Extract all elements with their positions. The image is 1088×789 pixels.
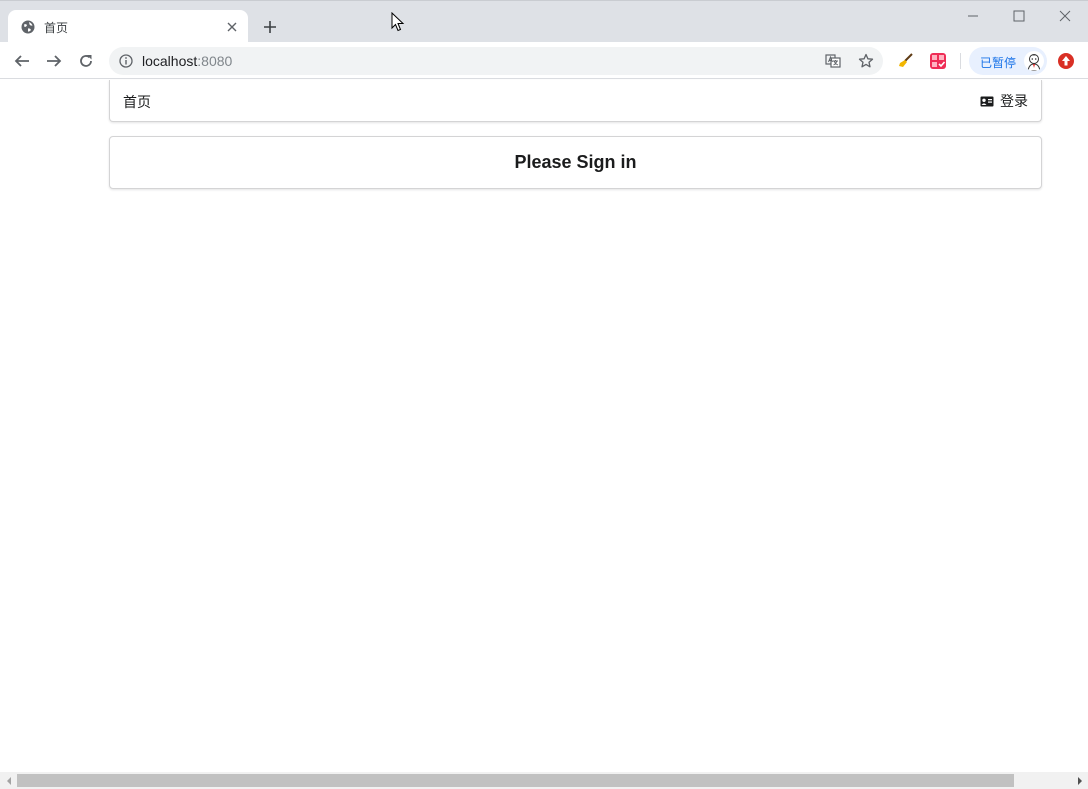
home-link[interactable]: 首页 bbox=[123, 92, 151, 112]
minimize-button[interactable] bbox=[951, 4, 995, 28]
site-info-icon[interactable] bbox=[119, 54, 133, 68]
avatar bbox=[1024, 51, 1044, 71]
signin-heading: Please Sign in bbox=[514, 152, 637, 172]
scrollbar-thumb[interactable] bbox=[17, 774, 1014, 787]
todo-extension-icon[interactable] bbox=[929, 52, 947, 70]
id-card-icon bbox=[980, 96, 994, 107]
translate-icon[interactable] bbox=[825, 53, 841, 69]
profile-paused-label: 已暂停 bbox=[980, 56, 1017, 70]
browser-toolbar: localhost:8080 已暂停 bbox=[0, 42, 1088, 79]
address-bar[interactable]: localhost:8080 bbox=[109, 47, 883, 75]
mouse-pointer-icon bbox=[391, 11, 405, 32]
scroll-left-arrow-icon[interactable] bbox=[4, 776, 13, 785]
top-menu: 首页 登录 bbox=[109, 80, 1042, 122]
new-tab-button[interactable] bbox=[259, 16, 281, 38]
browser-tab[interactable]: 首页 bbox=[8, 10, 248, 44]
broom-extension-icon[interactable] bbox=[897, 52, 915, 70]
login-label: 登录 bbox=[1000, 94, 1028, 110]
scroll-right-arrow-icon[interactable] bbox=[1075, 776, 1084, 785]
update-arrow-icon[interactable] bbox=[1057, 52, 1075, 70]
url-text[interactable]: localhost:8080 bbox=[142, 53, 232, 69]
close-window-button[interactable] bbox=[1043, 4, 1087, 28]
toolbar-separator bbox=[960, 53, 961, 69]
maximize-button[interactable] bbox=[997, 4, 1041, 28]
url-host: localhost bbox=[142, 53, 198, 69]
close-tab-icon[interactable] bbox=[224, 19, 240, 35]
url-port: :8080 bbox=[197, 53, 233, 69]
forward-button[interactable] bbox=[42, 49, 66, 73]
globe-icon bbox=[21, 20, 35, 34]
profile-paused-button[interactable]: 已暂停 bbox=[969, 47, 1047, 75]
login-link[interactable]: 登录 bbox=[980, 91, 1028, 111]
reload-button[interactable] bbox=[74, 49, 98, 73]
tab-title: 首页 bbox=[44, 21, 69, 35]
back-button[interactable] bbox=[10, 49, 34, 73]
signin-card: Please Sign in bbox=[109, 136, 1042, 189]
horizontal-scrollbar[interactable] bbox=[0, 772, 1088, 789]
bookmark-star-icon[interactable] bbox=[858, 53, 874, 69]
browser-titlebar: 首页 bbox=[0, 0, 1088, 44]
